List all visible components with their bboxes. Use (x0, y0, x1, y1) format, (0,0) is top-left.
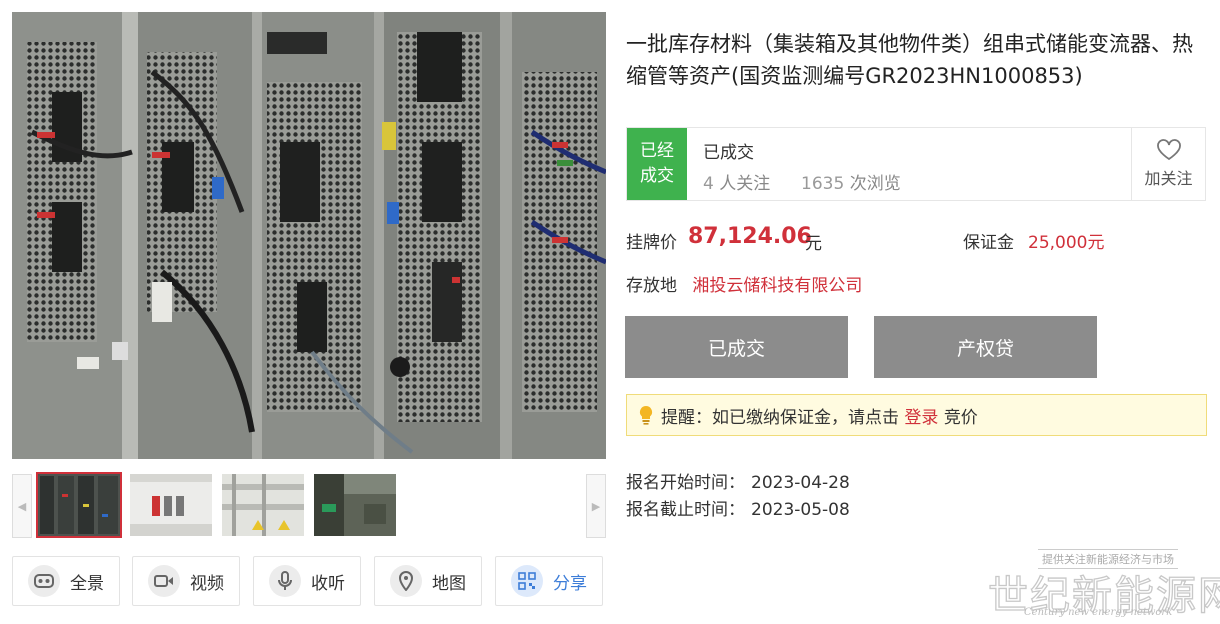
thumbnail-strip: ◀ ▶ (12, 472, 606, 540)
video-label: 视频 (190, 573, 224, 594)
login-tip: 提醒：如已缴纳保证金，请点击 登录 竞价 (626, 394, 1207, 436)
video-button[interactable]: 视频 (132, 556, 240, 606)
main-product-photo[interactable] (12, 12, 606, 459)
tip-suffix: 竞价 (943, 407, 978, 428)
deposit-label: 保证金 (963, 233, 1014, 253)
price-label: 挂牌价 (626, 233, 677, 253)
price-unit: 元 (805, 234, 822, 254)
views-label: 次浏览 (849, 174, 901, 194)
map-label: 地图 (432, 573, 466, 594)
price-row: 挂牌价 87,124.06 元 保证金 25,000元 (626, 224, 1206, 256)
end-date-row: 报名截止时间： 2023-05-08 (626, 497, 850, 524)
start-date-label: 报名开始时间： (626, 473, 745, 493)
panorama-button[interactable]: 全景 (12, 556, 120, 606)
listen-label: 收听 (311, 573, 345, 594)
property-loan-button[interactable]: 产权贷 (874, 316, 1097, 378)
price-value: 87,124.06 (688, 224, 812, 249)
listing-title: 一批库存材料（集装箱及其他物件类）组串式储能变流器、热缩管等资产(国资监测编号G… (626, 32, 1193, 88)
location-link[interactable]: 湘投云储科技有限公司 (692, 276, 862, 296)
vr-icon (28, 565, 60, 597)
qr-code-icon (511, 565, 543, 597)
status-meta: 4 人关注 1635 次浏览 (703, 169, 901, 194)
microphone-icon (269, 565, 301, 597)
login-link[interactable]: 登录 (904, 408, 938, 428)
thumbnail-3[interactable] (222, 474, 304, 536)
share-button[interactable]: 分享 (495, 556, 603, 606)
thumbnail-2[interactable] (130, 474, 212, 536)
panorama-label: 全景 (70, 573, 104, 594)
followers-label: 人关注 (719, 174, 771, 194)
followers-count: 4 (703, 174, 714, 194)
share-label: 分享 (553, 573, 587, 594)
status-box: 已经成交 已成交 4 人关注 1635 次浏览 加关注 (626, 127, 1206, 201)
listen-button[interactable]: 收听 (253, 556, 361, 606)
thumb-prev-arrow[interactable]: ◀ (12, 474, 32, 538)
end-date-value: 2023-05-08 (751, 500, 850, 520)
end-date-label: 报名截止时间： (626, 500, 745, 520)
start-date-value: 2023-04-28 (751, 473, 850, 493)
status-text: 已成交 (703, 143, 754, 163)
location-row: 存放地 湘投云储科技有限公司 (626, 271, 862, 296)
watermark-logo: 提供关注新能源经济与市场 世纪新能源网 Century new energy n… (986, 545, 1220, 624)
heart-icon (1156, 139, 1181, 161)
thumbnail-1[interactable] (36, 472, 122, 538)
map-button[interactable]: 地图 (374, 556, 482, 606)
thumbnail-4[interactable] (314, 474, 396, 536)
watermark-subtitle: Century new energy network (1024, 607, 1173, 618)
location-label: 存放地 (626, 276, 677, 296)
deal-button[interactable]: 已成交 (625, 316, 848, 378)
lightbulb-icon (639, 405, 653, 425)
tip-text: 提醒：如已缴纳保证金，请点击 (661, 407, 899, 428)
video-icon (148, 565, 180, 597)
registration-dates: 报名开始时间： 2023-04-28 报名截止时间： 2023-05-08 (626, 470, 850, 524)
start-date-row: 报名开始时间： 2023-04-28 (626, 470, 850, 497)
deposit-value: 25,000元 (1028, 233, 1105, 253)
equipment-cabinet-image (12, 12, 606, 459)
views-count: 1635 (801, 174, 845, 194)
status-badge: 已经成交 (627, 128, 687, 200)
thumb-next-arrow[interactable]: ▶ (586, 474, 606, 538)
follow-button[interactable]: 加关注 (1131, 128, 1205, 200)
map-pin-icon (390, 565, 422, 597)
follow-label: 加关注 (1144, 169, 1193, 188)
